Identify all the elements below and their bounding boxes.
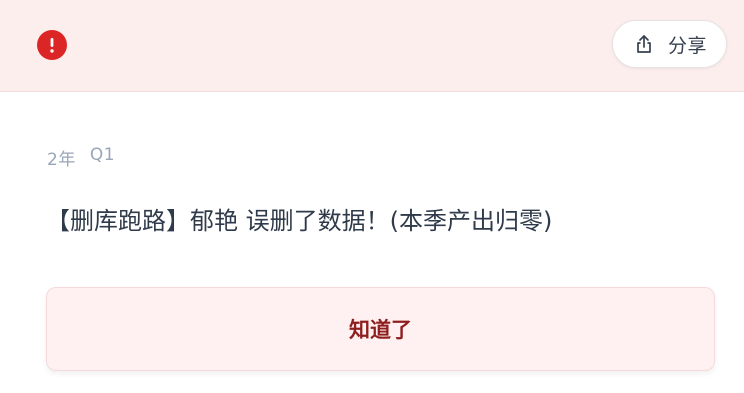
acknowledge-button[interactable]: 知道了	[46, 287, 715, 371]
event-meta: 2年 Q1	[47, 145, 115, 170]
dialog-header: 分享	[0, 0, 744, 92]
share-label: 分享	[668, 34, 708, 57]
share-button[interactable]: 分享	[612, 20, 727, 68]
event-quarter: Q1	[89, 145, 116, 165]
event-message: 【删库跑路】郁艳 误删了数据！(本季产出归零)	[46, 207, 553, 235]
event-dialog: 分享 2年 Q1 【删库跑路】郁艳 误删了数据！(本季产出归零) 知道了	[0, 0, 744, 393]
event-year: 2年	[47, 150, 76, 170]
exclamation-circle-icon	[37, 30, 67, 60]
share-upload-icon	[637, 35, 651, 53]
